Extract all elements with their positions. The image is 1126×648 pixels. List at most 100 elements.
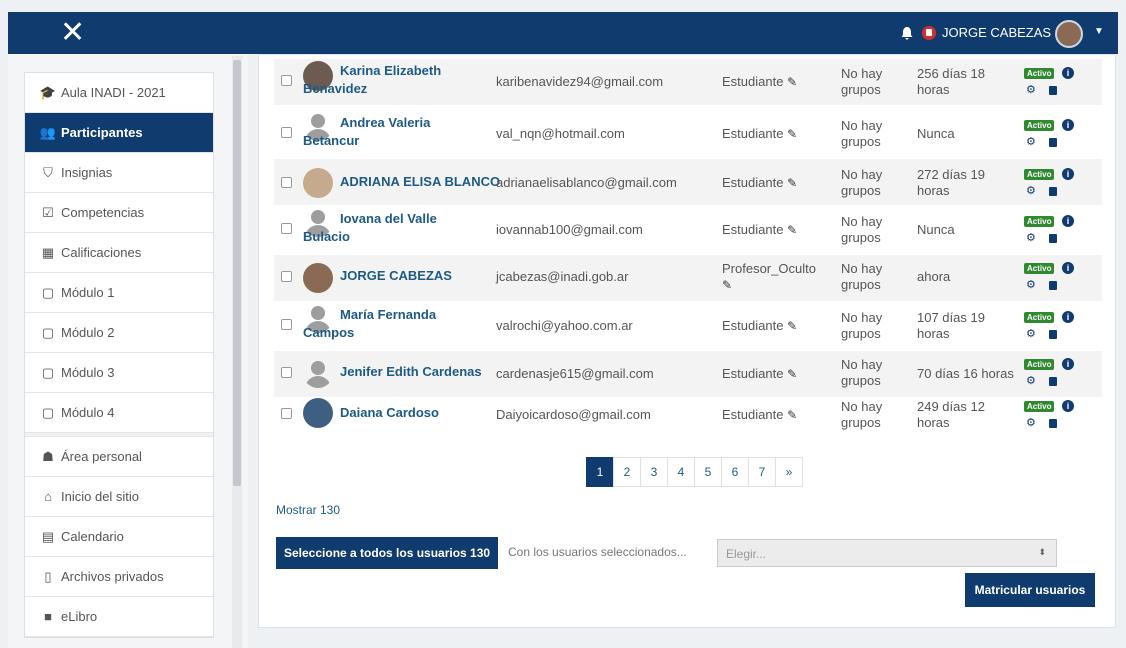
info-icon[interactable]: i — [1062, 311, 1074, 323]
trash-icon[interactable] — [1049, 138, 1057, 147]
sidebar-item-dashboard[interactable]: ☗ Área personal — [25, 437, 213, 477]
page-link-3[interactable]: 3 — [640, 457, 668, 487]
gear-icon[interactable]: ⚙ — [1026, 135, 1036, 148]
participant-name[interactable]: Andrea Valeria Betancur — [303, 114, 463, 150]
enrol-users-button[interactable]: Matricular usuarios — [965, 573, 1095, 607]
trash-icon[interactable] — [1049, 377, 1057, 386]
pencil-icon[interactable]: ✎ — [722, 278, 732, 292]
sidebar-item-badges[interactable]: ⛉ Insignias — [25, 153, 213, 193]
status-badge: Activo — [1024, 169, 1055, 180]
info-icon[interactable]: i — [1062, 168, 1074, 180]
gear-icon[interactable]: ⚙ — [1026, 327, 1036, 340]
participant-email: cardenasje615@gmail.com — [496, 366, 654, 381]
row-checkbox[interactable] — [281, 367, 292, 378]
participant-role[interactable]: Estudiante ✎ — [722, 407, 822, 423]
row-checkbox[interactable] — [281, 177, 292, 188]
bell-icon[interactable] — [900, 26, 914, 40]
participant-name[interactable]: ADRIANA ELISA BLANCO — [340, 173, 500, 191]
row-checkbox[interactable] — [281, 75, 292, 86]
participant-email: valrochi@yahoo.com.ar — [496, 318, 633, 333]
participant-name[interactable]: Iovana del Valle Bulacio — [303, 210, 463, 246]
gear-icon[interactable]: ⚙ — [1026, 416, 1036, 429]
sidebar-item-module-1[interactable]: ▢ Módulo 1 — [25, 273, 213, 313]
row-checkbox[interactable] — [281, 408, 292, 419]
participant-role[interactable]: Profesor_Oculto ✎ — [722, 261, 822, 293]
participant-name[interactable]: Daiana Cardoso — [340, 404, 500, 422]
participant-role[interactable]: Estudiante ✎ — [722, 74, 822, 90]
row-checkbox[interactable] — [281, 127, 292, 138]
scrollbar-thumb[interactable] — [233, 60, 241, 486]
info-icon[interactable]: i — [1062, 262, 1074, 274]
sidebar-item-site-home[interactable]: ⌂ Inicio del sitio — [25, 477, 213, 517]
participant-name[interactable]: Karina Elizabeth Benavidez — [303, 62, 463, 98]
info-icon[interactable]: i — [1062, 400, 1074, 412]
sidebar-item-module-4[interactable]: ▢ Módulo 4 — [25, 393, 213, 433]
sidebar-item-calendar[interactable]: ▤ Calendario — [25, 517, 213, 557]
gear-icon[interactable]: ⚙ — [1026, 83, 1036, 96]
chevron-down-icon[interactable]: ▼ — [1094, 26, 1104, 37]
participant-role[interactable]: Estudiante ✎ — [722, 175, 822, 191]
sidebar-item-competencies[interactable]: ☑ Competencias — [25, 193, 213, 233]
pencil-icon[interactable]: ✎ — [787, 367, 797, 381]
sidebar-item-module-3[interactable]: ▢ Módulo 3 — [25, 353, 213, 393]
trash-icon[interactable] — [1049, 187, 1057, 196]
trash-icon[interactable] — [1049, 86, 1057, 95]
pencil-icon[interactable]: ✎ — [787, 127, 797, 141]
page-link-7[interactable]: 7 — [748, 457, 776, 487]
page-link-2[interactable]: 2 — [613, 457, 641, 487]
participant-role[interactable]: Estudiante ✎ — [722, 126, 822, 142]
role-label: Estudiante — [722, 175, 784, 190]
sidebar-scrollbar[interactable] — [232, 56, 242, 648]
page-link-1[interactable]: 1 — [586, 457, 614, 487]
gear-icon[interactable]: ⚙ — [1026, 374, 1036, 387]
messages-icon[interactable] — [921, 25, 937, 41]
row-checkbox[interactable] — [281, 271, 292, 282]
role-label: Estudiante — [722, 222, 784, 237]
gear-icon[interactable]: ⚙ — [1026, 231, 1036, 244]
sidebar-item-module-2[interactable]: ▢ Módulo 2 — [25, 313, 213, 353]
row-checkbox[interactable] — [281, 319, 292, 330]
select-all-button[interactable]: Seleccione a todos los usuarios 130 — [276, 537, 499, 569]
participant-groups: No hay grupos — [841, 66, 883, 97]
gear-icon[interactable]: ⚙ — [1026, 278, 1036, 291]
close-drawer-icon[interactable]: ✕ — [60, 18, 85, 48]
show-all-link[interactable]: Mostrar 130 — [276, 503, 340, 517]
page-link-4[interactable]: 4 — [667, 457, 695, 487]
row-checkbox[interactable] — [281, 223, 292, 234]
table-row: Jenifer Edith Cardenas cardenasje615@gma… — [274, 351, 1102, 397]
trash-icon[interactable] — [1049, 330, 1057, 339]
participant-role[interactable]: Estudiante ✎ — [722, 366, 822, 382]
info-icon[interactable]: i — [1062, 358, 1074, 370]
pencil-icon[interactable]: ✎ — [787, 223, 797, 237]
sidebar-item-elibro[interactable]: ■ eLibro — [25, 597, 213, 637]
participant-name[interactable]: Jenifer Edith Cardenas — [340, 363, 500, 381]
info-icon[interactable]: i — [1062, 215, 1074, 227]
trash-icon[interactable] — [1049, 281, 1057, 290]
bulk-action-select[interactable]: Elegir... ⬍ — [717, 539, 1057, 567]
pencil-icon[interactable]: ✎ — [787, 408, 797, 422]
page-link-5[interactable]: 5 — [694, 457, 722, 487]
pencil-icon[interactable]: ✎ — [787, 319, 797, 333]
pencil-icon[interactable]: ✎ — [787, 176, 797, 190]
user-avatar[interactable] — [1055, 20, 1083, 48]
pencil-icon[interactable]: ✎ — [787, 75, 797, 89]
sidebar-item-course[interactable]: 🎓 Aula INADI - 2021 — [25, 73, 213, 113]
participant-name[interactable]: JORGE CABEZAS — [340, 267, 500, 285]
gear-icon[interactable]: ⚙ — [1026, 184, 1036, 197]
sidebar-item-participants[interactable]: 👥 Participantes — [25, 113, 213, 153]
trash-icon[interactable] — [1049, 234, 1057, 243]
avatar — [303, 358, 333, 388]
status-badge: Activo — [1024, 401, 1055, 412]
info-icon[interactable]: i — [1062, 119, 1074, 131]
sidebar-item-private-files[interactable]: ▯ Archivos privados — [25, 557, 213, 597]
trash-icon[interactable] — [1049, 419, 1057, 428]
sidebar-item-grades[interactable]: ▦ Calificaciones — [25, 233, 213, 273]
page-link-6[interactable]: 6 — [721, 457, 749, 487]
participant-role[interactable]: Estudiante ✎ — [722, 318, 822, 334]
info-icon[interactable]: i — [1062, 67, 1074, 79]
last-access: 249 días 12 horas — [917, 399, 985, 430]
participant-name[interactable]: María Fernanda Campos — [303, 306, 463, 342]
user-name[interactable]: JORGE CABEZAS — [942, 25, 1051, 40]
participant-role[interactable]: Estudiante ✎ — [722, 222, 822, 238]
page-link-next[interactable]: » — [775, 457, 803, 487]
